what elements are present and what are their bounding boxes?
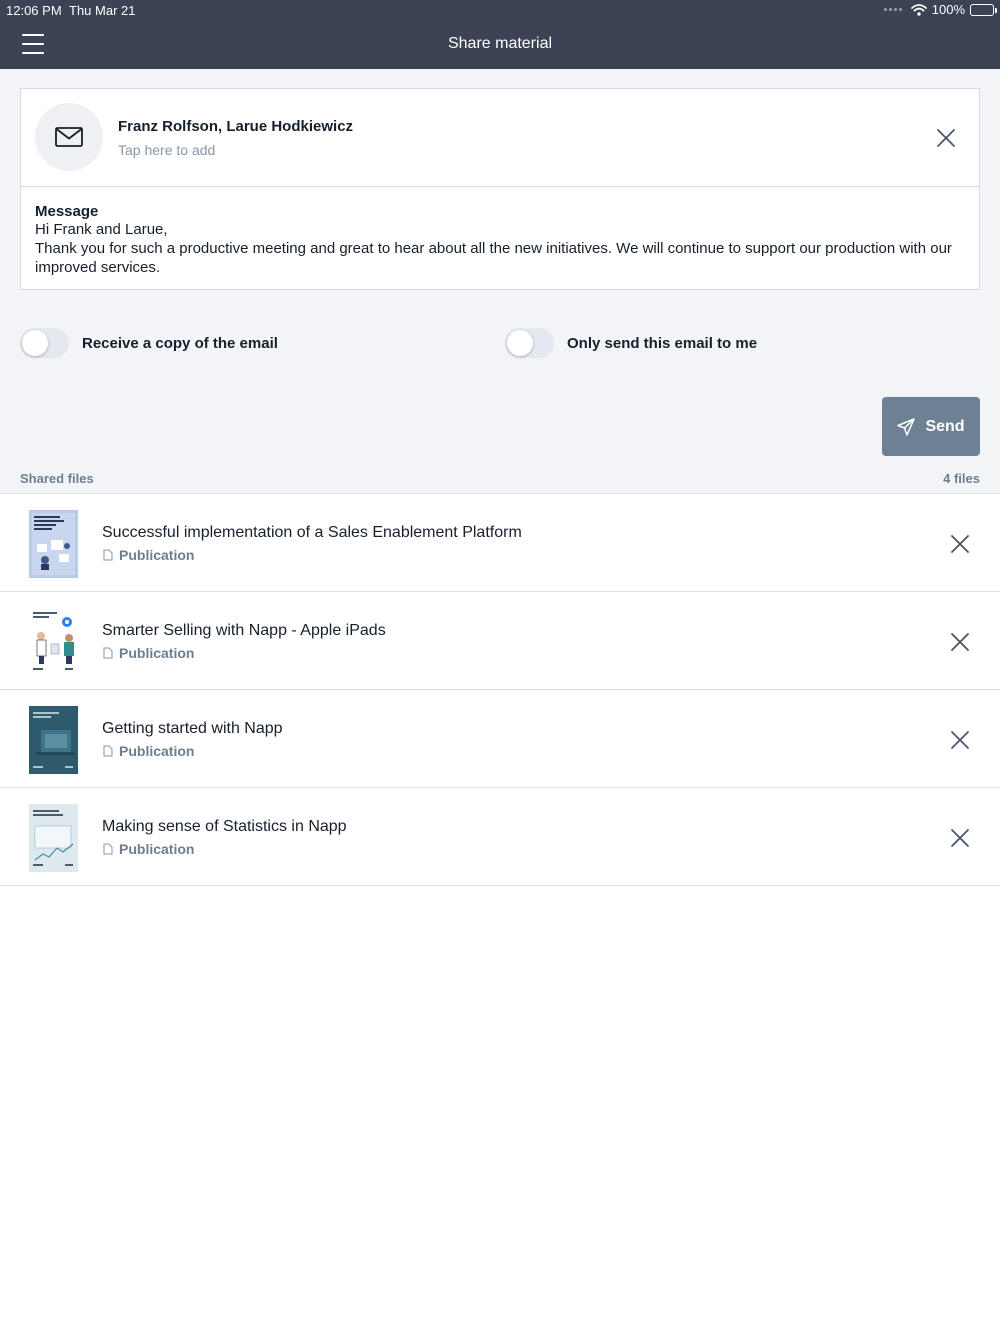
send-label: Send (925, 417, 965, 435)
publication-thumbnail (29, 706, 78, 774)
remove-file-close-icon[interactable] (950, 534, 970, 554)
publication-thumbnail (29, 510, 78, 578)
only-me-label: Only send this email to me (567, 334, 758, 352)
document-icon (103, 647, 113, 659)
only-me-toggle[interactable] (505, 328, 554, 358)
file-type: Publication (103, 841, 194, 857)
add-recipient-hint: Tap here to add (118, 142, 216, 158)
file-type: Publication (103, 743, 194, 759)
receive-copy-option[interactable]: Receive a copy of the email (20, 328, 278, 358)
paper-plane-icon (897, 417, 916, 436)
file-type-label: Publication (119, 841, 195, 857)
file-row[interactable]: Smarter Selling with Napp - Apple iPads … (0, 592, 1000, 690)
cellular-signal-icon (883, 8, 902, 11)
remove-file-close-icon[interactable] (950, 828, 970, 848)
file-row[interactable]: Getting started with Napp Publication (0, 690, 1000, 788)
file-title: Successful implementation of a Sales Ena… (102, 524, 522, 541)
only-me-option[interactable]: Only send this email to me (505, 328, 757, 358)
status-bar: 12:06 PM Thu Mar 21 100% (0, 0, 1000, 20)
file-title: Smarter Selling with Napp - Apple iPads (102, 622, 386, 639)
clear-recipients-close-icon[interactable] (935, 127, 957, 149)
document-icon (103, 843, 113, 855)
document-icon (103, 549, 113, 561)
share-form: Franz Rolfson, Larue Hodkiewicz Tap here… (0, 69, 1000, 493)
file-type-label: Publication (119, 547, 195, 563)
file-row[interactable]: Successful implementation of a Sales Ena… (0, 494, 1000, 592)
status-date: Thu Mar 21 (69, 3, 136, 18)
file-type-label: Publication (119, 645, 195, 661)
file-type-label: Publication (119, 743, 195, 759)
status-indicators: 100% (883, 2, 997, 17)
recipients-field[interactable]: Franz Rolfson, Larue Hodkiewicz Tap here… (21, 89, 979, 187)
toggle-knob (22, 330, 48, 356)
document-icon (103, 745, 113, 757)
file-type: Publication (103, 645, 194, 661)
receive-copy-toggle[interactable] (20, 328, 69, 358)
status-time: 12:06 PM (6, 3, 62, 18)
remove-file-close-icon[interactable] (950, 730, 970, 750)
publication-thumbnail (29, 608, 78, 676)
remove-file-close-icon[interactable] (950, 632, 970, 652)
message-field[interactable]: Message Hi Frank and Larue, Thank you fo… (21, 187, 979, 289)
shared-files-title: Shared files (20, 471, 94, 486)
publication-thumbnail (29, 804, 78, 872)
message-label: Message (35, 203, 99, 220)
message-text[interactable]: Hi Frank and Larue, Thank you for such a… (35, 220, 965, 277)
page-title: Share material (447, 35, 553, 52)
file-title: Getting started with Napp (102, 720, 283, 737)
battery-icon (970, 3, 997, 16)
email-composer: Franz Rolfson, Larue Hodkiewicz Tap here… (20, 88, 980, 290)
file-title: Making sense of Statistics in Napp (102, 818, 347, 835)
file-row[interactable]: Making sense of Statistics in Napp Publi… (0, 788, 1000, 886)
wifi-icon (910, 3, 927, 16)
envelope-avatar (35, 103, 103, 171)
envelope-icon (55, 127, 83, 147)
receive-copy-label: Receive a copy of the email (82, 334, 278, 352)
recipient-names: Franz Rolfson, Larue Hodkiewicz (118, 118, 354, 135)
toggle-knob (507, 330, 533, 356)
battery-percent: 100% (931, 2, 965, 17)
shared-files-header: Shared files 4 files (20, 471, 980, 486)
navigation-bar: Share material (0, 20, 1000, 69)
file-type: Publication (103, 547, 194, 563)
shared-files-list: Successful implementation of a Sales Ena… (0, 493, 1000, 886)
shared-files-count: 4 files (943, 471, 980, 486)
send-button[interactable]: Send (882, 397, 980, 456)
